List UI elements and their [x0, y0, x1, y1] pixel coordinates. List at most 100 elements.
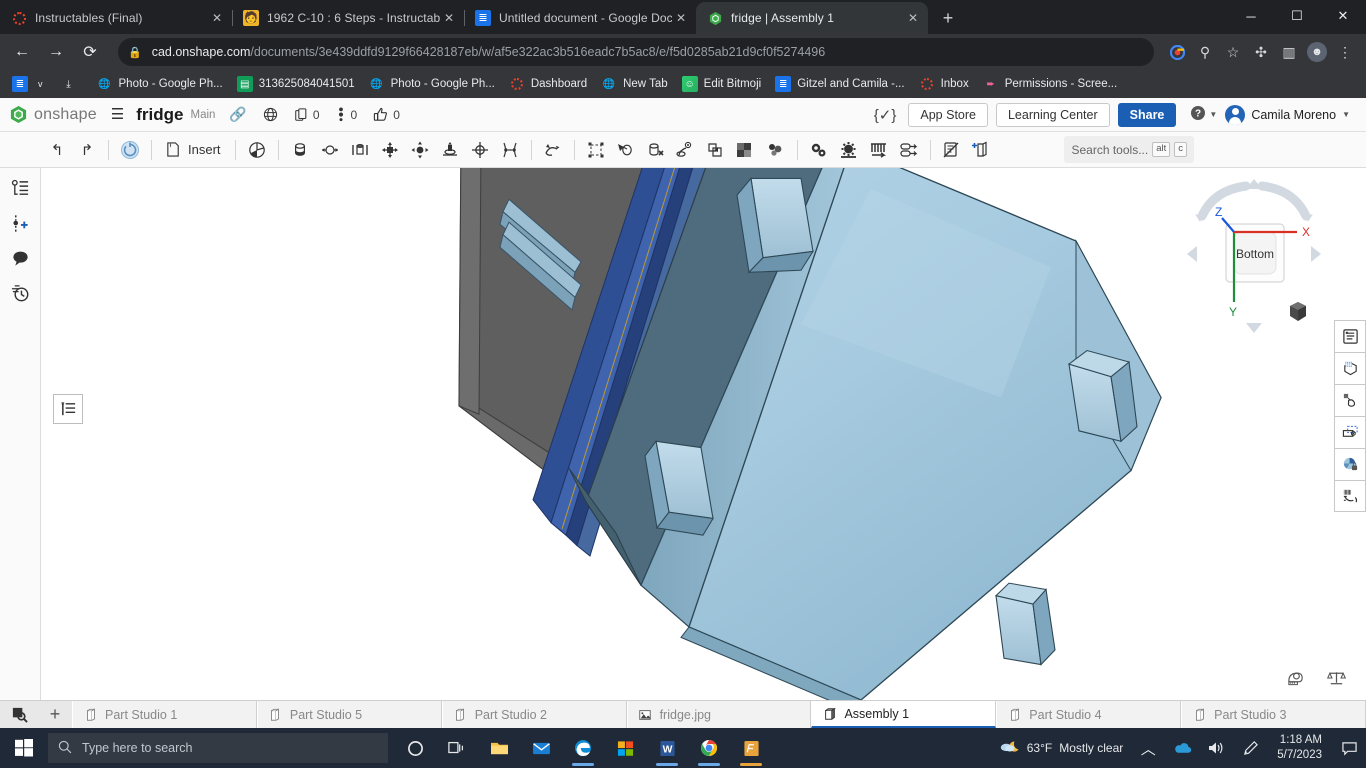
- fastened-mate-icon[interactable]: [465, 136, 495, 164]
- insert-button[interactable]: Insert: [158, 136, 229, 164]
- browser-tab[interactable]: 🧑 1962 C-10 : 6 Steps - Instructable ✕: [232, 2, 464, 34]
- word-icon[interactable]: W: [646, 728, 688, 768]
- browser-tab[interactable]: ≣ Untitled document - Google Doc ✕: [464, 2, 696, 34]
- mate-connector-icon[interactable]: [242, 136, 272, 164]
- undo-icon[interactable]: ↰: [42, 136, 72, 164]
- bookmark-downloads[interactable]: ⤓: [55, 74, 89, 94]
- bookmark-item[interactable]: Dashboard: [503, 74, 593, 94]
- appearance-icon[interactable]: [1334, 384, 1366, 416]
- chevron-down-icon[interactable]: ▼: [1209, 110, 1217, 119]
- cylindrical-mate-icon[interactable]: [315, 136, 345, 164]
- cad-viewport[interactable]: X Y Z Bottom: [41, 168, 1366, 700]
- workspace-name[interactable]: Main: [190, 109, 215, 121]
- mate-relation-icon[interactable]: [538, 136, 568, 164]
- add-tab-button[interactable]: +: [38, 701, 72, 728]
- windows-start-icon[interactable]: [0, 728, 48, 768]
- onshape-logo-icon[interactable]: [8, 105, 28, 125]
- measure-tape-icon[interactable]: [1286, 669, 1305, 692]
- document-name[interactable]: fridge: [136, 105, 183, 125]
- taskbar-search-input[interactable]: Type here to search: [48, 733, 388, 763]
- mass-properties-icon[interactable]: [1327, 669, 1346, 692]
- hamburger-icon[interactable]: ☰: [111, 107, 124, 122]
- tangent-mate-icon[interactable]: [495, 136, 525, 164]
- featurescript-icon[interactable]: {✓}: [874, 106, 897, 124]
- weather-widget[interactable]: 63°F Mostly clear: [990, 738, 1132, 759]
- app-store-button[interactable]: App Store: [908, 103, 988, 127]
- replicate-icon[interactable]: [611, 136, 641, 164]
- measure-panel-icon[interactable]: [1334, 480, 1366, 512]
- document-tab-part-studio-4[interactable]: Part Studio 4: [996, 701, 1181, 728]
- gear-mate-icon[interactable]: [804, 136, 834, 164]
- pen-icon[interactable]: [1233, 728, 1267, 768]
- cortana-icon[interactable]: [394, 728, 436, 768]
- document-tab-part-studio-5[interactable]: Part Studio 5: [257, 701, 442, 728]
- render-icon[interactable]: [1334, 352, 1366, 384]
- redo-icon[interactable]: ↱: [72, 136, 102, 164]
- volume-icon[interactable]: [1199, 728, 1233, 768]
- add-mate-connector-icon[interactable]: [8, 211, 32, 235]
- chevron-up-icon[interactable]: ︿: [1131, 728, 1165, 768]
- link-icon[interactable]: 🔗: [229, 106, 246, 123]
- chrome-profile-icon[interactable]: [1164, 39, 1190, 65]
- edge-icon[interactable]: [562, 728, 604, 768]
- document-tab-fridge-jpg[interactable]: fridge.jpg: [627, 701, 812, 728]
- back-icon[interactable]: ←: [8, 38, 36, 66]
- file-explorer-icon[interactable]: [478, 728, 520, 768]
- linear-mate-icon[interactable]: [894, 136, 924, 164]
- display-panel-icon[interactable]: [1334, 320, 1366, 352]
- key-icon[interactable]: ⚲: [1192, 39, 1218, 65]
- document-tab-part-studio-3[interactable]: Part Studio 3: [1181, 701, 1366, 728]
- ball-mate-icon[interactable]: [405, 136, 435, 164]
- document-tab-part-studio-2[interactable]: Part Studio 2: [442, 701, 627, 728]
- bookmark-item[interactable]: ≣ Gitzel and Camila -...: [769, 74, 910, 94]
- close-icon[interactable]: ✕: [208, 9, 226, 27]
- task-view-icon[interactable]: [436, 728, 478, 768]
- globe-icon[interactable]: [263, 107, 278, 122]
- close-icon[interactable]: ✕: [904, 9, 922, 27]
- chevron-down-icon[interactable]: ▼: [1342, 110, 1350, 119]
- chrome-menu-icon[interactable]: ⋮: [1332, 39, 1358, 65]
- microsoft-store-icon[interactable]: [604, 728, 646, 768]
- copy-icon[interactable]: 0: [294, 108, 320, 122]
- document-tab-assembly-1[interactable]: Assembly 1: [811, 701, 996, 728]
- bookmark-item[interactable]: ➨ Permissions - Scree...: [977, 74, 1123, 94]
- bookmark-item[interactable]: ☺ Edit Bitmoji: [676, 74, 768, 94]
- slider-mate-icon[interactable]: [345, 136, 375, 164]
- section-view-icon[interactable]: [1334, 416, 1366, 448]
- search-tools-box[interactable]: Search tools... alt c: [1064, 136, 1194, 163]
- extensions-icon[interactable]: ✣: [1248, 39, 1274, 65]
- help-icon[interactable]: ?: [1190, 105, 1206, 125]
- taskbar-clock[interactable]: 1:18 AM 5/7/2023: [1267, 733, 1332, 763]
- share-button[interactable]: Share: [1118, 103, 1177, 127]
- explode-icon[interactable]: [731, 136, 761, 164]
- display-state-icon[interactable]: [937, 136, 967, 164]
- planar-mate-icon[interactable]: [375, 136, 405, 164]
- address-bar[interactable]: 🔒 cad.onshape.com /documents/3e439ddfd91…: [118, 38, 1154, 66]
- user-menu[interactable]: Camila Moreno ▼: [1225, 105, 1358, 125]
- assembly-3d-model[interactable]: [41, 168, 1366, 700]
- group-icon[interactable]: [581, 136, 611, 164]
- new-tab-button[interactable]: +: [934, 4, 962, 32]
- browser-tab-active[interactable]: fridge | Assembly 1 ✕: [696, 2, 928, 34]
- bookmark-item[interactable]: Inbox: [913, 74, 975, 94]
- close-icon[interactable]: ✕: [672, 9, 690, 27]
- learning-center-button[interactable]: Learning Center: [996, 103, 1110, 127]
- chrome-icon[interactable]: [688, 728, 730, 768]
- tab-manager-icon[interactable]: [0, 701, 38, 728]
- screw-mate-icon[interactable]: [864, 136, 894, 164]
- onedrive-icon[interactable]: [1165, 728, 1199, 768]
- boolean-icon[interactable]: [701, 136, 731, 164]
- pattern-icon[interactable]: [671, 136, 701, 164]
- thumbs-up-icon[interactable]: 0: [373, 107, 400, 122]
- history-icon[interactable]: [8, 281, 32, 305]
- feature-list-icon[interactable]: [53, 394, 83, 424]
- document-tab-part-studio-1[interactable]: Part Studio 1: [72, 701, 257, 728]
- bookmark-item[interactable]: ≣ v: [6, 74, 53, 94]
- maximize-button[interactable]: ☐: [1274, 0, 1320, 32]
- new-assembly-icon[interactable]: [967, 136, 997, 164]
- account-avatar-icon[interactable]: ☻: [1304, 39, 1330, 65]
- rack-pinion-icon[interactable]: [834, 136, 864, 164]
- forward-icon[interactable]: →: [42, 38, 70, 66]
- transform-icon[interactable]: [641, 136, 671, 164]
- notifications-icon[interactable]: [1332, 728, 1366, 768]
